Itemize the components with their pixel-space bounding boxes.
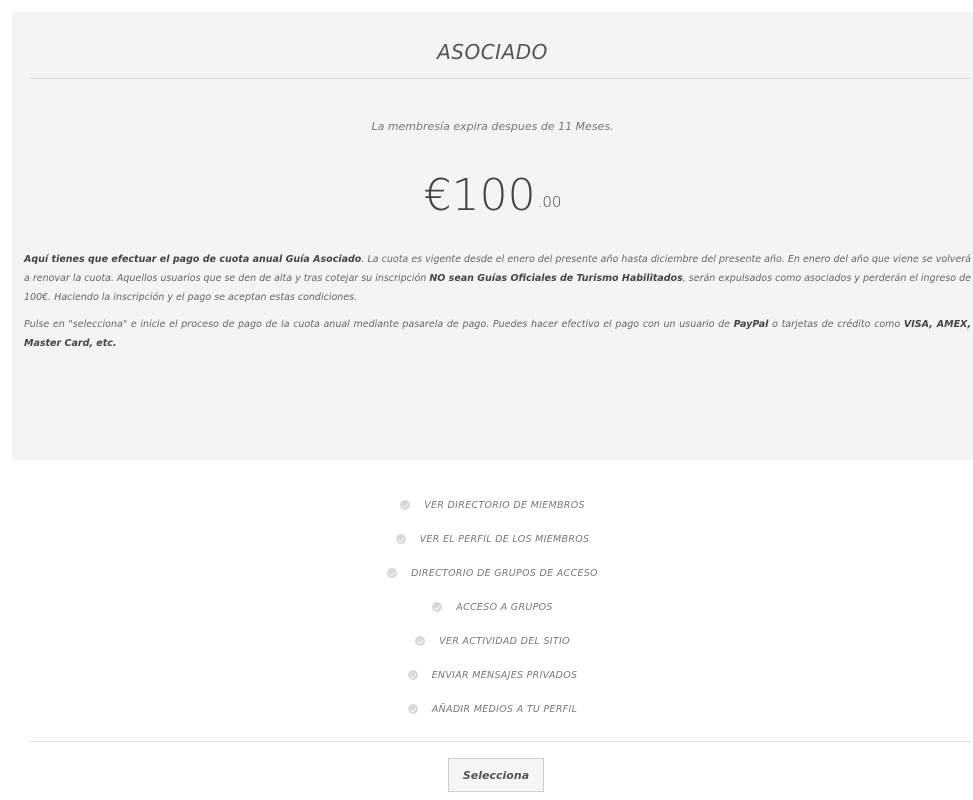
plan-title: ASOCIADO xyxy=(437,40,548,64)
price-currency: € xyxy=(423,170,452,221)
feature-item: DIRECTORIO DE GRUPOS DE ACCESO xyxy=(12,556,973,590)
check-circle-icon xyxy=(407,670,418,680)
price-amount: 100 xyxy=(451,170,536,221)
feature-label: VER EL PERFIL DE LOS MIEMBROS xyxy=(419,533,590,545)
plan-price: €100.00 xyxy=(12,168,973,224)
footer-divider xyxy=(30,741,970,742)
description-bold-paypal: PayPal xyxy=(733,319,769,330)
description-bold-plan: Aquí tienes que efectuar el pago de cuot… xyxy=(24,254,362,265)
membership-plan-card: ASOCIADO La membresía expira despues de … xyxy=(12,12,973,800)
check-circle-icon xyxy=(407,704,418,714)
check-circle-icon xyxy=(400,500,411,510)
feature-label: ACCESO A GRUPOS xyxy=(456,601,553,613)
feature-item: VER EL PERFIL DE LOS MIEMBROS xyxy=(12,522,973,556)
select-plan-button[interactable]: Selecciona xyxy=(448,758,544,792)
feature-label: VER ACTIVIDAD DEL SITIO xyxy=(439,635,570,647)
feature-label: DIRECTORIO DE GRUPOS DE ACCESO xyxy=(411,567,598,579)
feature-item: ENVIAR MENSAJES PRIVADOS xyxy=(12,658,973,692)
feature-item: VER ACTIVIDAD DEL SITIO xyxy=(12,624,973,658)
description-bold-condition: NO sean Guías Oficiales de Turismo Habil… xyxy=(429,273,683,284)
feature-item: ACCESO A GRUPOS xyxy=(12,590,973,624)
price-cents: .00 xyxy=(537,193,562,211)
feature-label: ENVIAR MENSAJES PRIVADOS xyxy=(431,669,578,681)
check-circle-icon xyxy=(387,568,398,578)
plan-header: ASOCIADO La membresía expira despues de … xyxy=(12,12,973,460)
feature-list: VER DIRECTORIO DE MIEMBROS VER EL PERFIL… xyxy=(12,488,973,726)
plan-description: Aquí tienes que efectuar el pago de cuot… xyxy=(24,250,971,361)
check-circle-icon xyxy=(432,602,443,612)
membership-expiry: La membresía expira despues de 11 Meses. xyxy=(371,120,614,133)
feature-item: VER DIRECTORIO DE MIEMBROS xyxy=(12,488,973,522)
check-circle-icon xyxy=(415,636,426,646)
feature-label: AÑADIR MEDIOS A TU PERFIL xyxy=(431,703,578,715)
title-divider xyxy=(30,78,970,79)
feature-item: AÑADIR MEDIOS A TU PERFIL xyxy=(12,692,973,726)
description-text: Pulse en "selecciona" e inicie el proces… xyxy=(24,319,734,330)
description-paragraph-2: Pulse en "selecciona" e inicie el proces… xyxy=(24,315,971,353)
check-circle-icon xyxy=(395,534,406,544)
description-text: o tarjetas de crédito como xyxy=(768,319,904,330)
feature-label: VER DIRECTORIO DE MIEMBROS xyxy=(424,499,585,511)
description-paragraph-1: Aquí tienes que efectuar el pago de cuot… xyxy=(24,250,971,307)
